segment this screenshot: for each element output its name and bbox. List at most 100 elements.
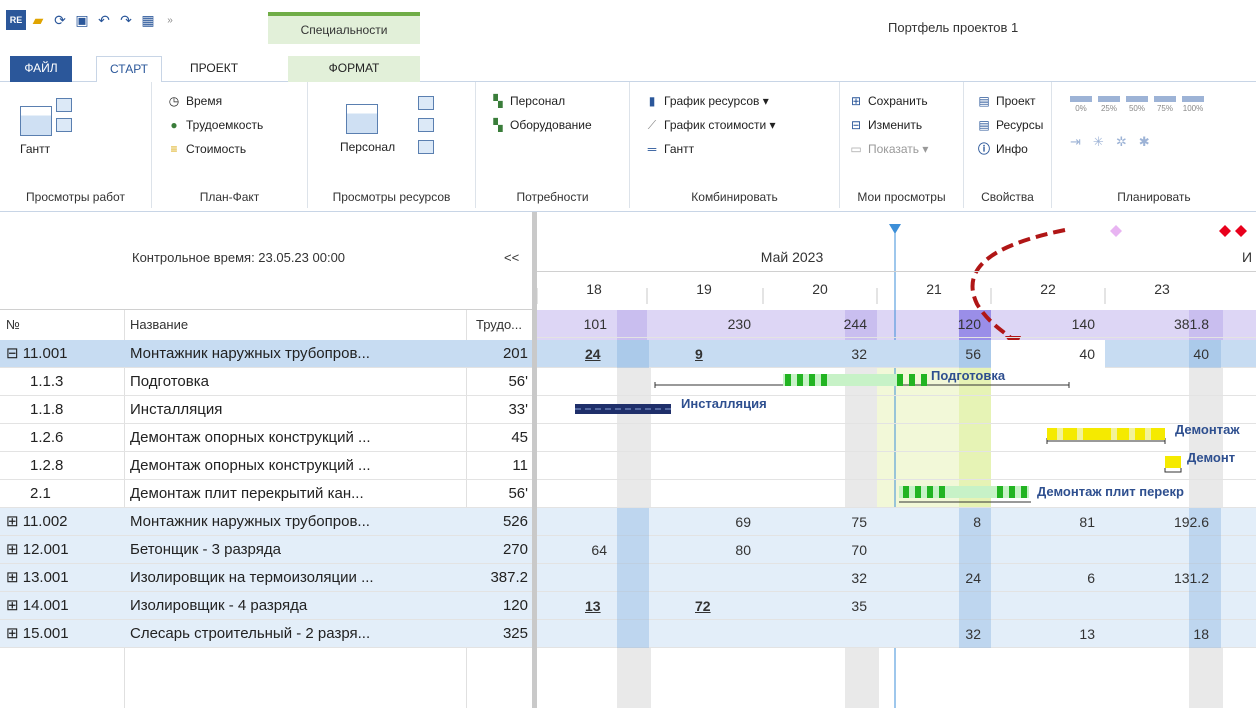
cost-button[interactable]: ≡ Стоимость (166, 142, 246, 156)
unlink-task-icon[interactable]: ✱ (1139, 134, 1150, 150)
move-task-icon[interactable]: ⇥ (1070, 134, 1081, 150)
row-work: 387.2 (490, 569, 528, 586)
percent-100-button[interactable]: 100% (1182, 96, 1204, 113)
percent-75-button[interactable]: 75% (1154, 96, 1176, 113)
resource-chart-button[interactable]: ▮ График ресурсов ▾ (644, 94, 769, 108)
row-work: 120 (502, 597, 528, 614)
cost-chart-button[interactable]: ⟋ График стоимости ▾ (644, 118, 776, 132)
project-props-button[interactable]: ▤ Проект (976, 94, 1035, 108)
day-value-cell: 13 (1079, 626, 1095, 642)
table-row[interactable]: ⊞ 13.001 Изолировщик на термоизоляции ...… (0, 564, 532, 592)
resources-props-button[interactable]: ▤ Ресурсы (976, 118, 1043, 132)
group-properties: ▤ Проект ▤ Ресурсы ⓘ Инфо Свойства (964, 82, 1052, 208)
tab-project[interactable]: ПРОЕКТ (180, 56, 248, 82)
timeline-row[interactable]: Демонтаж плит перекр (537, 480, 1256, 508)
percent-0-button[interactable]: 0% (1070, 96, 1092, 113)
time-button[interactable]: ◷ Время (166, 94, 222, 108)
table-row[interactable]: 1.1.8 Инсталляция 33' (0, 396, 532, 424)
context-tab-specialties: Специальности (268, 12, 420, 44)
percent-25-button[interactable]: 25% (1098, 96, 1120, 113)
table-row[interactable]: ⊞ 11.002 Монтажник наружных трубопров... 5… (0, 508, 532, 536)
timeline-row[interactable]: Подготовка (537, 368, 1256, 396)
redo-icon[interactable]: ↷ (116, 10, 136, 30)
show-view-icon: ▭ (850, 142, 862, 156)
row-name: Бетонщик - 3 разряда (130, 541, 281, 558)
column-header-name[interactable]: Название (130, 310, 188, 340)
task-bar-label: Подготовка (931, 368, 1006, 383)
open-folder-icon[interactable]: ▰ (28, 10, 48, 30)
timeline-row[interactable]: 32 13 18 (537, 620, 1256, 648)
row-name: Изолировщик - 4 разряда (130, 597, 308, 614)
timeline-row[interactable]: 24 9 32 56 40 40 (537, 340, 1256, 368)
personnel-view-icon (346, 104, 378, 134)
table-row[interactable]: ⊞ 14.001 Изолировщик - 4 разряда 120 (0, 592, 532, 620)
tab-start[interactable]: СТАРТ (96, 56, 162, 83)
combine-gantt-label: Гантт (664, 142, 695, 156)
table-row[interactable]: 2.1 Демонтаж плит перекрытий кан... 56' (0, 480, 532, 508)
customize-toolbar-icon[interactable]: » (160, 10, 180, 30)
column-header-work[interactable]: Трудо... (476, 310, 522, 340)
table-row[interactable]: 1.1.3 Подготовка 56' (0, 368, 532, 396)
timeline-row[interactable]: 64 80 70 (537, 536, 1256, 564)
timeline-row[interactable]: Инсталляция (537, 396, 1256, 424)
percent-75-label: 75% (1156, 104, 1173, 113)
total-cell: 244 (843, 316, 867, 332)
day-value-cell: 9 (695, 346, 703, 362)
timeline-row[interactable]: Демонтаж (537, 422, 1256, 452)
day-header: 22 (1040, 281, 1056, 297)
refresh-icon[interactable]: ⟳ (50, 10, 70, 30)
weekend-stripe (617, 564, 649, 592)
save-view-icon: ⊞ (850, 94, 862, 108)
task-bar-label: Демонтаж плит перекр (1037, 484, 1184, 499)
resource-view-icon[interactable] (418, 96, 434, 110)
needs-equipment-label: Оборудование (510, 118, 592, 132)
percent-50-button[interactable]: 50% (1126, 96, 1148, 113)
edit-view-button[interactable]: ⊟ Изменить (848, 118, 922, 132)
row-number: ⊞ 15.001 (6, 625, 69, 642)
row-number: 1.2.8 (30, 457, 64, 474)
needs-personnel-button[interactable]: ▚ Персонал (490, 94, 565, 108)
split-task-icon[interactable]: ✳ (1093, 134, 1104, 150)
row-work: 270 (502, 541, 528, 558)
view-grid-icon[interactable] (56, 118, 72, 132)
view-switch-icon[interactable]: ▦ (138, 10, 158, 30)
resource-dropdown-icon[interactable] (418, 140, 434, 154)
gantt-button[interactable]: Гантт (20, 142, 50, 156)
tab-file[interactable]: ФАЙЛ (10, 56, 72, 82)
percent-50-label: 50% (1128, 104, 1145, 113)
column-header-num[interactable]: № (6, 310, 20, 340)
table-row[interactable]: 1.2.6 Демонтаж опорных конструкций ... 45 (0, 424, 532, 452)
save-icon[interactable]: ▣ (72, 10, 92, 30)
table-row[interactable]: ⊟ 11.001 Монтажник наружных трубопров... 2… (0, 340, 532, 368)
day-value-cell (877, 592, 991, 620)
resource-list-icon[interactable] (418, 118, 434, 132)
day-value-cell: 35 (851, 598, 867, 614)
timeline-row[interactable]: 13 72 35 (537, 592, 1256, 620)
timeline-row[interactable]: 32 24 6 131.2 (537, 564, 1256, 592)
save-view-button[interactable]: ⊞ Сохранить (848, 94, 928, 108)
needs-equipment-button[interactable]: ▚ Оборудование (490, 118, 592, 132)
collapse-button[interactable]: << (504, 250, 519, 265)
link-task-icon[interactable]: ✲ (1116, 134, 1127, 150)
percent-25-label: 25% (1100, 104, 1117, 113)
table-row[interactable]: ⊞ 15.001 Слесарь строительный - 2 разря..… (0, 620, 532, 648)
undo-icon[interactable]: ↶ (94, 10, 114, 30)
view-small-icon[interactable] (56, 98, 72, 112)
cost-chart-label: График стоимости ▾ (664, 118, 776, 132)
combine-gantt-button[interactable]: ═ Гантт (644, 142, 694, 156)
day-value-cell: 72 (695, 598, 711, 614)
resource-chart-label: График ресурсов ▾ (664, 94, 769, 108)
plan-tools: ⇥ ✳ ✲ ✱ (1070, 134, 1150, 150)
table-row[interactable]: 1.2.8 Демонтаж опорных конструкций ... 11 (0, 452, 532, 480)
title-bar: RE ▰ ⟳ ▣ ↶ ↷ ▦ » Специальности Портфель … (0, 0, 1256, 56)
info-button[interactable]: ⓘ Инфо (976, 142, 1028, 156)
timeline-row[interactable]: 69 75 8 81 192.6 (537, 508, 1256, 536)
show-view-button[interactable]: ▭ Показать ▾ (848, 142, 928, 156)
timeline-row[interactable]: Демонт (537, 450, 1256, 480)
tab-format[interactable]: ФОРМАТ (288, 56, 420, 82)
labor-button[interactable]: ● Трудоемкость (166, 118, 263, 132)
row-number: 1.1.3 (30, 373, 64, 390)
personnel-view-button[interactable]: Персонал (340, 140, 395, 154)
day-value-cell: 80 (735, 542, 751, 558)
table-row[interactable]: ⊞ 12.001 Бетонщик - 3 разряда 270 (0, 536, 532, 564)
